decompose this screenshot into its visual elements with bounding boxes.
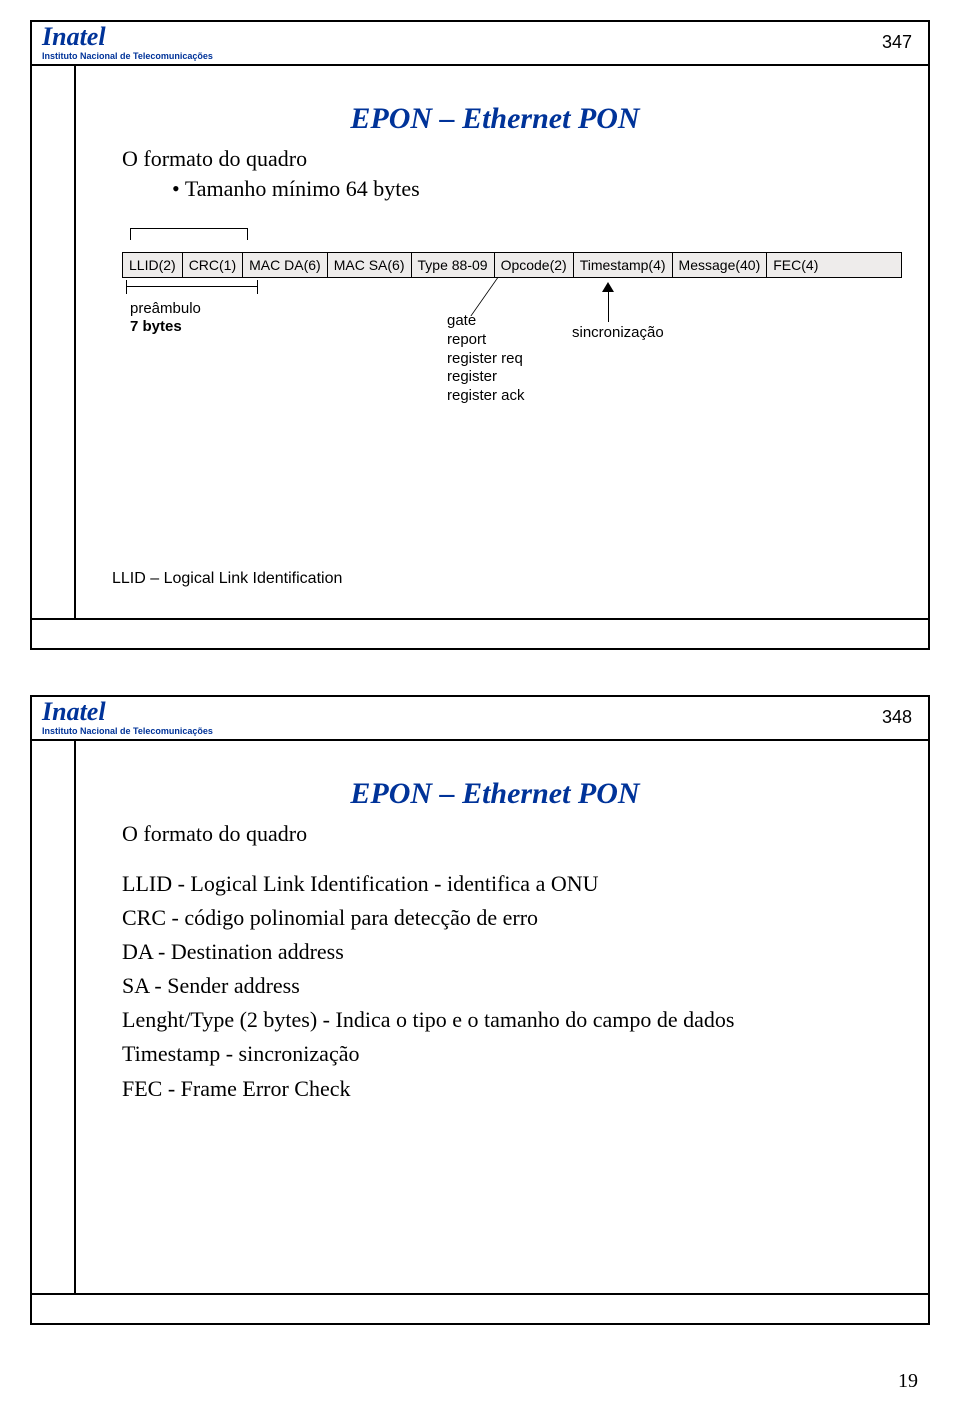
sync-arrow-icon [602,282,616,322]
logo: Inatel Instituto Nacional de Telecomunic… [42,699,213,736]
logo-name: Inatel [42,24,213,50]
definitions-list: LLID - Logical Link Identification - ide… [122,867,898,1106]
rule-top [32,64,928,66]
body-heading: O formato do quadro [122,146,898,172]
slide-347: Inatel Instituto Nacional de Telecomunic… [30,20,930,650]
preamble-width-mark [126,286,258,300]
slide-header: Inatel Instituto Nacional de Telecomunic… [32,22,928,82]
frame-fields: LLID(2) CRC(1) MAC DA(6) MAC SA(6) Type … [122,252,902,278]
def-length: Lenght/Type (2 bytes) - Indica o tipo e … [122,1003,898,1037]
rule-left [74,739,76,1295]
body-heading: O formato do quadro [122,821,898,847]
preamble-line2: 7 bytes [130,318,182,335]
bullet-min-size: Tamanho mínimo 64 bytes [172,176,898,202]
def-sa: SA - Sender address [122,969,898,1003]
preamble-bracket [130,228,248,240]
slide-number: 348 [882,707,912,728]
slide-title: EPON – Ethernet PON [92,777,898,811]
field-mac-sa: MAC SA(6) [328,253,412,277]
opcode-report: report [447,331,525,350]
rule-bottom-inner [32,1293,928,1295]
def-llid: LLID - Logical Link Identification - ide… [122,867,898,901]
slide-body: EPON – Ethernet PON O formato do quadro … [92,757,898,1283]
field-mac-da: MAC DA(6) [243,253,328,277]
logo: Inatel Instituto Nacional de Telecomunic… [42,24,213,61]
field-message: Message(40) [673,253,768,277]
def-da: DA - Destination address [122,935,898,969]
frame-diagram: LLID(2) CRC(1) MAC DA(6) MAC SA(6) Type … [122,252,902,278]
def-crc: CRC - código polinomial para detecção de… [122,901,898,935]
field-timestamp: Timestamp(4) [574,253,673,277]
opcode-pointer [470,278,567,316]
field-crc: CRC(1) [183,253,243,277]
logo-subtitle: Instituto Nacional de Telecomunicações [42,727,213,736]
field-type: Type 88-09 [412,253,495,277]
preamble-line1: preâmbulo [130,300,201,317]
rule-top [32,739,928,741]
def-timestamp: Timestamp - sincronização [122,1037,898,1071]
def-fec: FEC - Frame Error Check [122,1072,898,1106]
field-fec: FEC(4) [767,253,824,277]
logo-subtitle: Instituto Nacional de Telecomunicações [42,52,213,61]
opcode-register-ack: register ack [447,387,525,406]
slide-header: Inatel Instituto Nacional de Telecomunic… [32,697,928,757]
slide-title: EPON – Ethernet PON [92,102,898,136]
page-number: 19 [30,1370,930,1403]
field-opcode: Opcode(2) [495,253,574,277]
slide-body: EPON – Ethernet PON O formato do quadro … [92,82,898,608]
opcode-gate: gate [447,312,525,331]
llid-footnote: LLID – Logical Link Identification [112,570,342,588]
rule-left [74,64,76,620]
rule-bottom-inner [32,618,928,620]
preamble-label: preâmbulo 7 bytes [130,300,201,336]
slide-number: 347 [882,32,912,53]
sync-label: sincronização [572,324,664,341]
logo-name: Inatel [42,699,213,725]
slide-348: Inatel Instituto Nacional de Telecomunic… [30,695,930,1325]
field-llid: LLID(2) [123,253,183,277]
opcode-register: register [447,368,525,387]
opcode-list: gate report register req register regist… [447,312,525,406]
opcode-register-req: register req [447,350,525,369]
